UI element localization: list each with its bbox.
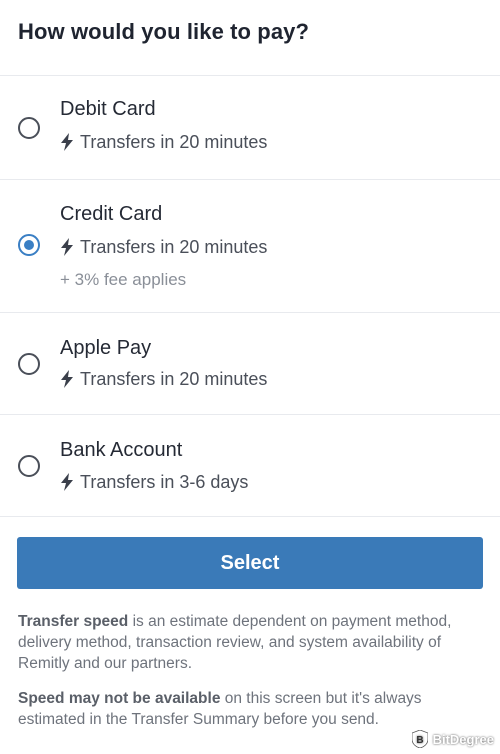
option-speed-text: Transfers in 20 minutes [80,369,268,389]
lightning-bolt-icon [61,133,73,151]
radio-button-selected[interactable] [18,234,40,256]
option-speed-text: Transfers in 20 minutes [80,237,268,257]
option-speed: Transfers in 3-6 days [60,471,248,493]
footer-disclaimer: Transfer speed is an estimate dependent … [0,611,500,730]
button-container: Select [0,517,500,589]
page-title: How would you like to pay? [18,18,310,44]
payment-option-credit-card[interactable]: Credit Card Transfers in 20 minutes + 3%… [0,180,500,313]
option-speed-text: Transfers in 20 minutes [80,132,268,152]
radio-button[interactable] [18,117,40,139]
bitdegree-shield-icon: B [411,730,428,748]
option-title: Credit Card [60,203,163,225]
lightning-bolt-icon [61,473,73,491]
watermark-text: BitDegree [432,731,494,747]
option-title: Bank Account [60,439,183,461]
option-speed-text: Transfers in 3-6 days [80,472,249,492]
payment-option-debit-card[interactable]: Debit Card Transfers in 20 minutes [0,76,500,180]
radio-button[interactable] [18,455,40,477]
speed-availability-label: Speed may not be available [18,690,221,707]
svg-text:B: B [416,735,423,746]
option-speed: Transfers in 20 minutes [60,368,267,390]
transfer-speed-label: Transfer speed [18,613,129,630]
select-button[interactable]: Select [17,537,483,589]
speed-availability-note: Speed may not be available on this scree… [18,688,482,730]
radio-button[interactable] [18,353,40,375]
payment-option-apple-pay[interactable]: Apple Pay Transfers in 20 minutes [0,313,500,415]
option-title: Apple Pay [60,337,152,359]
option-title: Debit Card [60,98,156,120]
lightning-bolt-icon [61,370,73,388]
transfer-speed-note: Transfer speed is an estimate dependent … [18,611,482,674]
page-header: How would you like to pay? [0,0,500,76]
option-speed: Transfers in 20 minutes [60,236,267,258]
payment-option-bank-account[interactable]: Bank Account Transfers in 3-6 days [0,415,500,517]
bitdegree-watermark: B BitDegree [411,730,494,748]
option-speed: Transfers in 20 minutes [60,131,267,153]
fee-note: + 3% fee applies [60,270,187,289]
lightning-bolt-icon [61,238,73,256]
